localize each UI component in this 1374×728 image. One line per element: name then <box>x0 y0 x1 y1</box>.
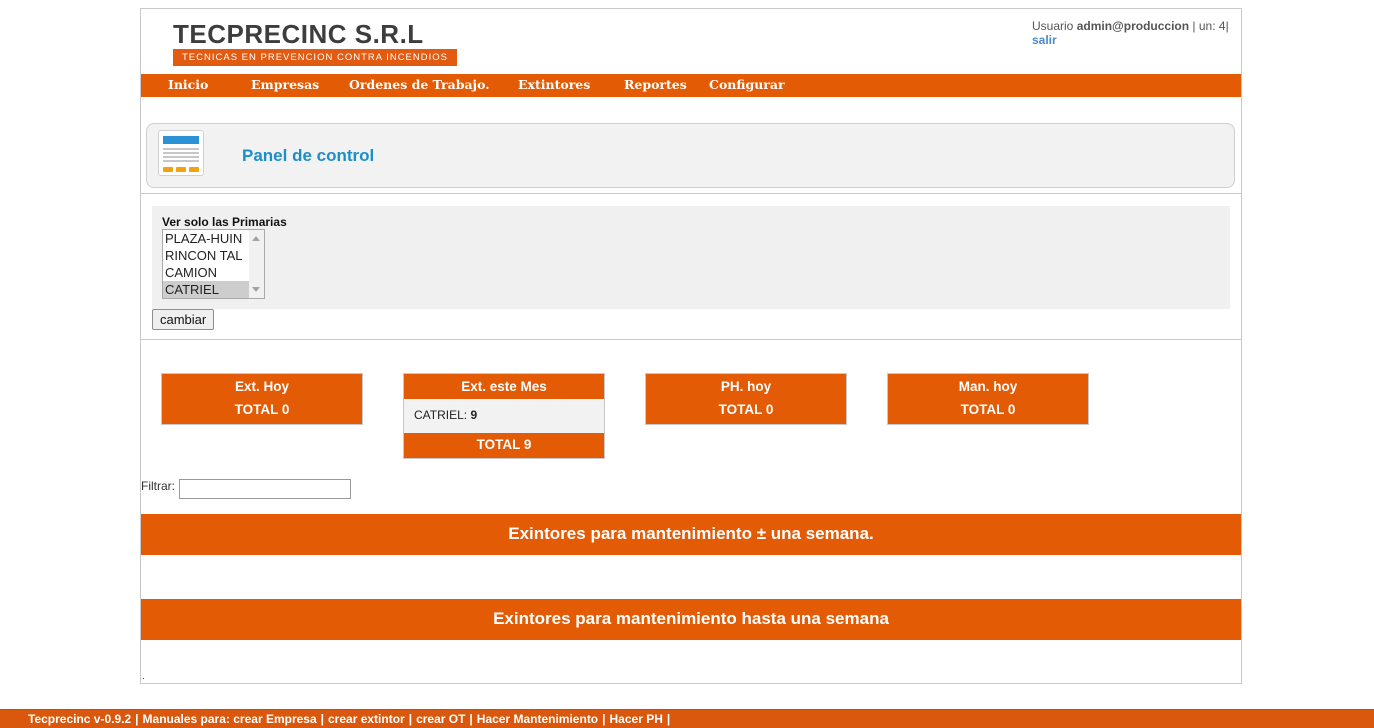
card-total: TOTAL 9 <box>476 437 532 452</box>
primary-filter-inner: Ver solo las Primarias PLAZA-HUIN RINCON… <box>152 206 1230 309</box>
footer-link-hacer-ph[interactable]: Hacer PH <box>610 712 663 726</box>
nav-item-empresas[interactable]: Empresas <box>251 74 319 97</box>
filter-label: Filtrar: <box>141 479 175 493</box>
primary-filter-box: Ver solo las Primarias PLAZA-HUIN RINCON… <box>141 193 1241 340</box>
footer-link-crear-empresa[interactable]: crear Empresa <box>233 712 316 726</box>
company-logo[interactable]: TECPRECINC S.R.L TECNICAS EN PREVENCION … <box>173 21 459 66</box>
primary-listbox[interactable]: PLAZA-HUIN RINCON TAL CAMION CATRIEL <box>162 229 265 299</box>
card-total: TOTAL 0 <box>718 402 774 417</box>
card-ext-hoy: Ext. Hoy TOTAL 0 <box>161 373 363 425</box>
scroll-up-icon[interactable] <box>252 236 260 241</box>
card-ext-mes: Ext. este Mes CATRIEL: 9 TOTAL 9 <box>403 373 605 459</box>
control-panel-header: Panel de control <box>146 123 1235 188</box>
footer-link-hacer-mantenimiento[interactable]: Hacer Mantenimiento <box>477 712 598 726</box>
card-title: Ext. este Mes <box>461 379 547 394</box>
listbox-scrollbar[interactable] <box>249 230 264 298</box>
footer-manuals-label: Manuales para: <box>142 712 230 726</box>
card-ph-hoy: PH. hoy TOTAL 0 <box>645 373 847 425</box>
nav-item-reportes[interactable]: Reportes <box>624 74 687 97</box>
scroll-down-icon[interactable] <box>252 287 260 292</box>
footer-version: Tecprecinc v-0.9.2 <box>28 712 132 726</box>
change-button[interactable]: cambiar <box>152 309 215 330</box>
card-row: CATRIEL: 9 <box>404 399 604 433</box>
dashboard-icon <box>158 130 204 176</box>
user-suffix: | un: 4| <box>1192 19 1229 33</box>
logo-subtitle: TECNICAS EN PREVENCION CONTRA INCENDIOS <box>173 49 457 66</box>
card-title: Ext. Hoy <box>234 379 289 394</box>
card-total: TOTAL 0 <box>234 402 290 417</box>
primary-filter-label: Ver solo las Primarias <box>162 215 287 229</box>
logo-title: TECPRECINC S.R.L <box>173 19 424 49</box>
page-frame: TECPRECINC S.R.L TECNICAS EN PREVENCION … <box>140 8 1242 684</box>
trailing-dot: . <box>142 671 145 682</box>
nav-item-ordenes[interactable]: Ordenes de Trabajo. <box>349 74 490 97</box>
card-title: PH. hoy <box>720 379 772 394</box>
user-info: Usuario admin@produccion | un: 4| salir <box>1032 19 1229 47</box>
footer-link-crear-ot[interactable]: crear OT <box>416 712 465 726</box>
nav-item-configurar[interactable]: Configurar <box>709 74 785 97</box>
footer-bar: Tecprecinc v-0.9.2 | Manuales para: crear … <box>0 709 1374 728</box>
card-title: Man. hoy <box>958 379 1018 394</box>
card-man-hoy: Man. hoy TOTAL 0 <box>887 373 1089 425</box>
card-row-value: 9 <box>470 408 478 422</box>
section-header-week-until: Exintores para mantenimiento hasta una s… <box>141 599 1241 640</box>
nav-item-inicio[interactable]: Inicio <box>168 74 208 97</box>
filter-input[interactable] <box>179 479 351 499</box>
footer-link-crear-extintor[interactable]: crear extintor <box>328 712 405 726</box>
card-row-label: CATRIEL: <box>414 408 468 422</box>
section-header-week-plus-minus: Exintores para mantenimiento ± una seman… <box>141 514 1241 555</box>
card-total: TOTAL 0 <box>960 402 1016 417</box>
user-name: admin@produccion <box>1076 19 1190 33</box>
main-nav: Inicio Empresas Ordenes de Trabajo. Exti… <box>141 74 1241 97</box>
page-title: Panel de control <box>242 146 375 165</box>
logout-link[interactable]: salir <box>1032 33 1229 47</box>
nav-item-extintores[interactable]: Extintores <box>518 74 590 97</box>
user-prefix: Usuario <box>1032 19 1074 33</box>
